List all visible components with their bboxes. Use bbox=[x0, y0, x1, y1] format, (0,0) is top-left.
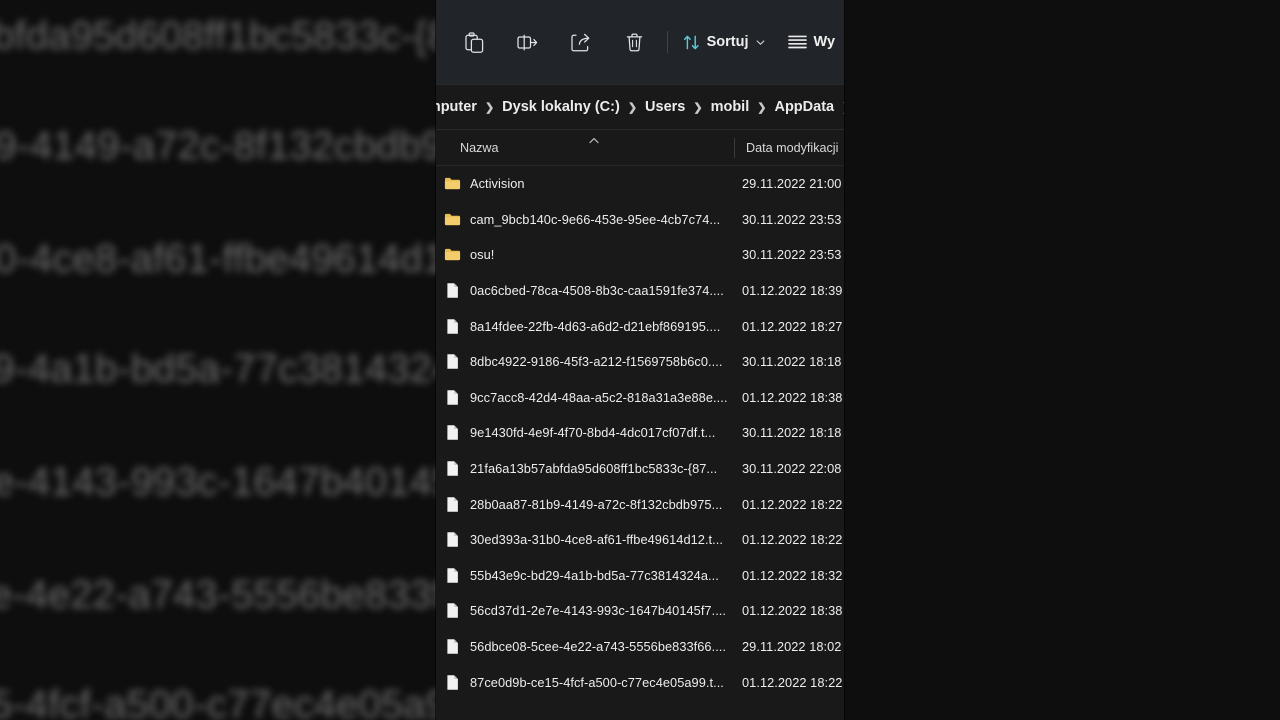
breadcrumb: n komputer❯Dysk lokalny (C:)❯Users❯mobil… bbox=[436, 99, 844, 115]
file-name: 9cc7acc8-42d4-48aa-a5c2-818a31a3e88e.... bbox=[470, 389, 728, 405]
file-row[interactable]: 8dbc4922-9186-45f3-a212-f1569758b6c0....… bbox=[436, 344, 844, 380]
breadcrumb-separator: ❯ bbox=[840, 101, 844, 114]
file-date: 01.12.2022 18:38 bbox=[742, 389, 843, 405]
file-date: 01.12.2022 18:22 bbox=[742, 532, 843, 548]
file-icon bbox=[447, 674, 458, 690]
paste-icon bbox=[465, 31, 484, 53]
file-row[interactable]: 30ed393a-31b0-4ce8-af61-ffbe49614d12.t..… bbox=[436, 522, 844, 558]
screen: Activision 29.11.2022 21:00 cam_9bcb140c-9… bbox=[0, 0, 1280, 720]
file-name: osu! bbox=[470, 247, 495, 263]
command-bar: Sortuj Wy bbox=[436, 0, 844, 84]
breadcrumb-separator: ❯ bbox=[693, 101, 703, 114]
chevron-up-icon bbox=[589, 137, 599, 143]
file-icon bbox=[447, 568, 458, 583]
trash-icon bbox=[626, 32, 642, 51]
view-button-label: Wy bbox=[813, 34, 836, 50]
column-header-name[interactable]: Nazwa bbox=[436, 137, 734, 155]
file-row[interactable]: 9cc7acc8-42d4-48aa-a5c2-818a31a3e88e....… bbox=[436, 380, 844, 416]
file-date: 01.12.2022 18:38 bbox=[742, 603, 843, 619]
sort-button[interactable]: Sortuj bbox=[674, 22, 774, 62]
file-icon bbox=[447, 496, 458, 512]
file-icon bbox=[447, 603, 458, 619]
file-date: 30.11.2022 18:18 bbox=[742, 354, 842, 370]
file-row[interactable]: cam_9bcb140c-9e66-453e-95ee-4cb7c74... 30… bbox=[436, 202, 844, 238]
file-name: 21fa6a13b57abfda95d608ff1bc5833c-{87... bbox=[470, 461, 718, 477]
file-row[interactable]: 8a14fdee-22fb-4d63-a6d2-d21ebf869195....… bbox=[436, 308, 844, 344]
file-icon bbox=[447, 390, 458, 405]
file-icon bbox=[447, 318, 458, 334]
file-row[interactable]: 0ac6cbed-78ca-4508-8b3c-caa1591fe374....… bbox=[436, 273, 844, 309]
file-row[interactable]: 56cd37d1-2e7e-4143-993c-1647b40145f7....… bbox=[436, 593, 844, 629]
file-date: 01.12.2022 18:32 bbox=[742, 567, 843, 583]
breadcrumb-separator: ❯ bbox=[627, 101, 638, 114]
file-date: 01.12.2022 18:22 bbox=[742, 496, 843, 512]
sort-arrows-icon bbox=[683, 35, 699, 49]
file-date: 30.11.2022 22:08 bbox=[742, 461, 842, 477]
file-explorer-panel: Sortuj Wy n komputer❯Dysk lokalny (C:)❯U… bbox=[436, 0, 844, 720]
file-row[interactable]: 55b43e9c-bd29-4a1b-bd5a-77c3814324a... 01… bbox=[436, 558, 844, 594]
file-name: 87ce0d9b-ce15-4fcf-a500-c77ec4e05a99.t..… bbox=[470, 674, 724, 690]
file-name: 28b0aa87-81b9-4149-a72c-8f132cbdb975... bbox=[470, 496, 723, 512]
file-date: 29.11.2022 18:02 bbox=[742, 639, 842, 655]
folder-icon bbox=[444, 178, 461, 190]
column-header-name-label: Nazwa bbox=[460, 140, 499, 155]
chevron-down-icon bbox=[756, 39, 764, 45]
file-date: 01.12.2022 18:27 bbox=[742, 318, 843, 334]
delete-button[interactable] bbox=[607, 22, 660, 62]
column-header-date-label: Data modyfikacji bbox=[746, 140, 839, 155]
column-headers: Nazwa Data modyfikacji bbox=[436, 130, 844, 166]
file-date: 01.12.2022 18:22 bbox=[742, 674, 843, 690]
file-name: 8dbc4922-9186-45f3-a212-f1569758b6c0.... bbox=[470, 354, 723, 370]
list-lines-icon bbox=[787, 35, 807, 48]
file-row[interactable]: 56dbce08-5cee-4e22-a743-5556be833f66....… bbox=[436, 629, 844, 665]
folder-icon bbox=[444, 249, 461, 261]
toolbar-divider bbox=[666, 31, 668, 53]
file-date: 30.11.2022 18:18 bbox=[742, 425, 842, 441]
rename-icon bbox=[517, 34, 538, 50]
file-row[interactable]: 87ce0d9b-ce15-4fcf-a500-c77ec4e05a99.t..… bbox=[436, 664, 844, 700]
file-name: 30ed393a-31b0-4ce8-af61-ffbe49614d12.t..… bbox=[470, 532, 723, 548]
breadcrumb-item[interactable]: Users bbox=[639, 99, 691, 115]
file-row[interactable]: 21fa6a13b57abfda95d608ff1bc5833c-{87... 3… bbox=[436, 451, 844, 487]
rename-button[interactable] bbox=[501, 22, 554, 62]
breadcrumb-separator: ❯ bbox=[484, 101, 495, 114]
file-icon bbox=[447, 283, 458, 298]
file-date: 30.11.2022 23:53 bbox=[742, 211, 842, 227]
breadcrumb-item[interactable]: n komputer bbox=[436, 99, 483, 115]
file-date: 30.11.2022 23:53 bbox=[742, 247, 842, 263]
file-name: 8a14fdee-22fb-4d63-a6d2-d21ebf869195.... bbox=[470, 318, 721, 334]
file-icon bbox=[447, 425, 458, 441]
breadcrumb-item[interactable]: AppData bbox=[768, 99, 840, 115]
file-date: 01.12.2022 18:39 bbox=[742, 283, 843, 299]
file-row[interactable]: 28b0aa87-81b9-4149-a72c-8f132cbdb975... 0… bbox=[436, 486, 844, 522]
column-header-date[interactable]: Data modyfikacji bbox=[735, 141, 838, 155]
file-name: 56cd37d1-2e7e-4143-993c-1647b40145f7.... bbox=[470, 603, 727, 619]
file-name: cam_9bcb140c-9e66-453e-95ee-4cb7c74... bbox=[470, 211, 721, 227]
share-button[interactable] bbox=[554, 22, 607, 62]
file-row[interactable]: osu! 30.11.2022 23:53 bbox=[436, 237, 844, 273]
breadcrumb-item[interactable]: Dysk lokalny (C:) bbox=[496, 99, 626, 115]
file-name: 9e1430fd-4e9f-4f70-8bd4-4dc017cf07df.t..… bbox=[470, 425, 716, 441]
file-name: Activision bbox=[470, 176, 525, 192]
sort-button-label: Sortuj bbox=[706, 34, 749, 50]
view-button[interactable]: Wy bbox=[774, 22, 844, 62]
file-name: 56dbce08-5cee-4e22-a743-5556be833f66.... bbox=[470, 639, 727, 655]
folder-icon bbox=[444, 213, 461, 226]
paste-button[interactable] bbox=[448, 22, 501, 62]
file-icon bbox=[447, 461, 458, 476]
breadcrumb-item[interactable]: mobil bbox=[705, 99, 756, 115]
file-list: Activision 29.11.2022 21:00 cam_9bcb140c-9… bbox=[436, 166, 844, 700]
file-icon bbox=[447, 639, 458, 654]
file-name: 0ac6cbed-78ca-4508-8b3c-caa1591fe374.... bbox=[470, 283, 724, 299]
file-icon bbox=[447, 354, 458, 370]
file-date: 29.11.2022 21:00 bbox=[742, 176, 842, 192]
share-icon bbox=[571, 33, 590, 51]
breadcrumb-separator: ❯ bbox=[757, 101, 767, 114]
address-bar[interactable]: n komputer❯Dysk lokalny (C:)❯Users❯mobil… bbox=[436, 84, 844, 130]
file-row[interactable]: Activision 29.11.2022 21:00 bbox=[436, 166, 844, 202]
file-row[interactable]: 9e1430fd-4e9f-4f70-8bd4-4dc017cf07df.t..… bbox=[436, 415, 844, 451]
file-icon bbox=[447, 532, 458, 548]
file-name: 55b43e9c-bd29-4a1b-bd5a-77c3814324a... bbox=[470, 567, 719, 583]
